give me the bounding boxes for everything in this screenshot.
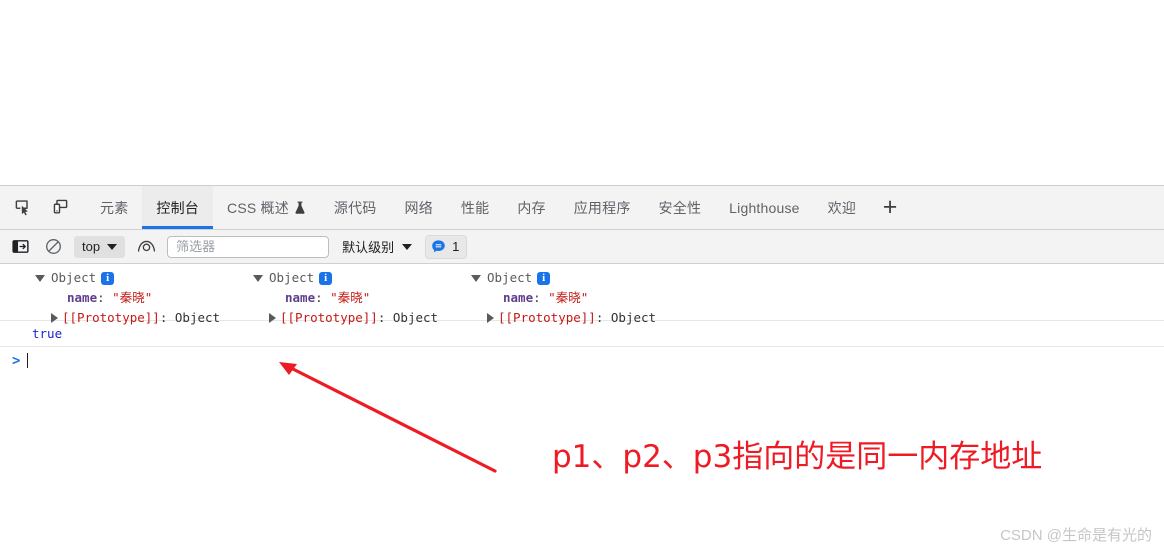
- console-toolbar: top 默认级别 1: [0, 230, 1164, 264]
- tab-elements[interactable]: 元素: [86, 186, 142, 229]
- console-sidebar-icon[interactable]: [8, 235, 32, 259]
- tab-security[interactable]: 安全性: [645, 186, 716, 229]
- text-caret: [27, 353, 29, 368]
- tab-label: Lighthouse: [729, 199, 800, 216]
- tab-label: 欢迎: [827, 199, 857, 216]
- object-header[interactable]: Object i: [35, 268, 220, 288]
- js-context-selector[interactable]: top: [74, 235, 126, 258]
- console-prompt-row[interactable]: >: [0, 347, 1164, 374]
- info-badge-icon[interactable]: i: [537, 271, 551, 285]
- object-label: Object: [269, 270, 315, 285]
- tab-console[interactable]: 控制台: [142, 186, 214, 229]
- object-header[interactable]: Object i: [471, 268, 656, 288]
- devtools-tabs: 元素 控制台 CSS 概述 源代码 网络 性能 内存 应用程序 安全性 Ligh…: [86, 186, 910, 229]
- tab-label: 内存: [517, 199, 546, 216]
- tab-label: 网络: [404, 199, 433, 216]
- property-value: "秦晓": [330, 290, 371, 305]
- property-value: "秦晓": [112, 290, 153, 305]
- property-key: name: [285, 290, 316, 305]
- tab-performance[interactable]: 性能: [447, 186, 503, 229]
- console-result-row: true: [0, 321, 1164, 347]
- logged-object-3: Object i name: "秦晓" [[Prototype]]: Objec…: [471, 268, 656, 328]
- triangle-down-icon[interactable]: [253, 274, 263, 282]
- tab-label: 安全性: [658, 199, 702, 216]
- csdn-watermark: CSDN @生命是有光的: [1000, 527, 1152, 544]
- browser-page-viewport: [0, 0, 1164, 185]
- logged-object-2: Object i name: "秦晓" [[Prototype]]: Objec…: [253, 268, 438, 328]
- devtools-panel: 元素 控制台 CSS 概述 源代码 网络 性能 内存 应用程序 安全性 Ligh…: [0, 185, 1164, 552]
- tab-css-overview[interactable]: CSS 概述: [213, 186, 320, 229]
- chevron-down-icon: [402, 243, 413, 250]
- object-header[interactable]: Object i: [253, 268, 438, 288]
- property-key: name: [503, 290, 534, 305]
- tab-welcome[interactable]: 欢迎: [814, 186, 870, 229]
- info-badge-icon[interactable]: i: [319, 271, 333, 285]
- inspect-element-icon[interactable]: [10, 195, 36, 221]
- object-property: name: "秦晓": [285, 290, 371, 305]
- tab-label: 源代码: [333, 199, 377, 216]
- result-value: true: [32, 326, 63, 341]
- console-log-row: Object i name: "秦晓" [[Prototype]]: Objec…: [0, 264, 1164, 325]
- object-property: name: "秦晓": [67, 290, 153, 305]
- object-label: Object: [51, 270, 97, 285]
- tab-label: 元素: [100, 199, 129, 216]
- triangle-down-icon[interactable]: [35, 274, 45, 282]
- console-filter-input[interactable]: [167, 235, 330, 258]
- device-toolbar-icon[interactable]: [48, 195, 74, 221]
- tab-label: 控制台: [156, 199, 200, 216]
- object-label: Object: [487, 270, 533, 285]
- logged-object-1: Object i name: "秦晓" [[Prototype]]: Objec…: [35, 268, 220, 328]
- prompt-chevron-icon: >: [12, 352, 21, 369]
- tab-sources[interactable]: 源代码: [320, 186, 391, 229]
- flask-icon: [294, 201, 306, 215]
- object-property: name: "秦晓": [503, 290, 589, 305]
- console-output-area: Object i name: "秦晓" [[Prototype]]: Objec…: [0, 264, 1164, 374]
- log-level-value: 默认级别: [342, 240, 395, 255]
- property-value: "秦晓": [548, 290, 589, 305]
- tab-network[interactable]: 网络: [391, 186, 447, 229]
- message-count-badge[interactable]: 1: [425, 234, 468, 259]
- tab-lighthouse[interactable]: Lighthouse: [715, 186, 814, 229]
- message-count: 1: [452, 239, 460, 254]
- triangle-down-icon[interactable]: [471, 274, 481, 282]
- log-level-selector[interactable]: 默认级别: [338, 237, 416, 256]
- js-context-value: top: [82, 239, 101, 254]
- info-message-icon: [431, 239, 446, 254]
- live-expression-icon[interactable]: [134, 235, 158, 259]
- devtools-tool-icons: [0, 186, 80, 229]
- plus-icon: +: [882, 193, 898, 221]
- annotation-text: p1、p2、p3指向的是同一内存地址: [552, 439, 1043, 475]
- tab-memory[interactable]: 内存: [503, 186, 559, 229]
- info-badge-icon[interactable]: i: [101, 271, 115, 285]
- property-key: name: [67, 290, 98, 305]
- tab-application[interactable]: 应用程序: [560, 186, 645, 229]
- devtools-tabbar: 元素 控制台 CSS 概述 源代码 网络 性能 内存 应用程序 安全性 Ligh…: [0, 186, 1164, 230]
- tab-label: 应用程序: [573, 199, 631, 216]
- add-tab-button[interactable]: +: [870, 186, 910, 229]
- tab-label: CSS 概述: [227, 199, 289, 216]
- clear-console-icon[interactable]: [41, 235, 65, 259]
- chevron-down-icon: [107, 243, 118, 250]
- tab-label: 性能: [460, 199, 490, 216]
